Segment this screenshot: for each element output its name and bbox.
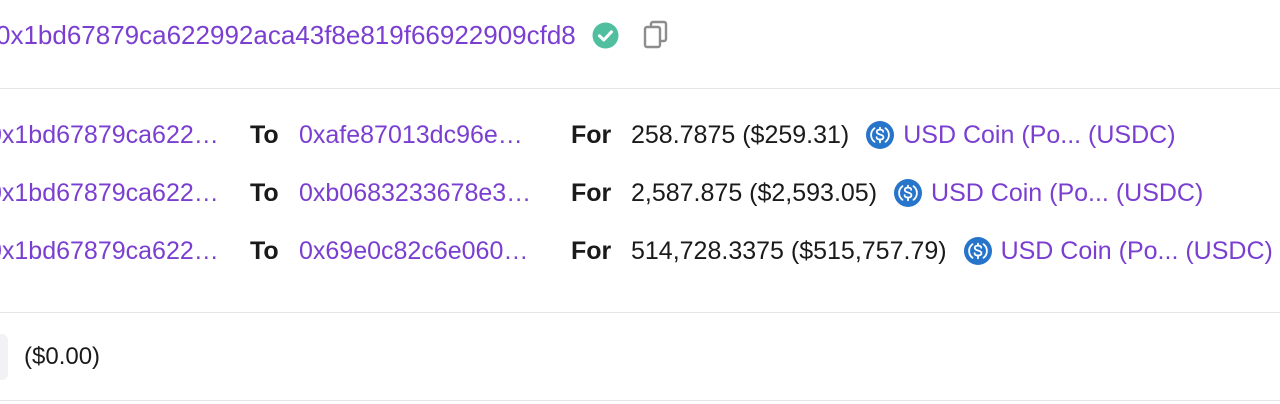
amount-group: 2,587.875 ($2,593.05) USD Coin (Po... (U… (631, 173, 1203, 213)
to-label: To (250, 179, 279, 207)
for-label: For (571, 179, 612, 207)
amount-group: 258.7875 ($259.31) USD Coin (Po... (USDC… (631, 115, 1176, 155)
transaction-details: 0x1bd67879ca622992aca43f8e819f66922909cf… (0, 0, 1280, 404)
for-label: For (571, 121, 612, 149)
divider (0, 312, 1280, 313)
to-address-link[interactable]: 0xb0683233678e3… (299, 173, 561, 213)
token-link[interactable]: USD Coin (Po... (USDC) (903, 115, 1175, 155)
transfer-amount: 2,587.875 ($2,593.05) (631, 179, 878, 207)
token-link[interactable]: USD Coin (Po... (USDC) (931, 173, 1203, 213)
transfer-row: 0x1bd67879ca622… To 0xb0683233678e3… For… (0, 173, 1280, 213)
address-link[interactable]: 0x1bd67879ca622992aca43f8e819f66922909cf… (0, 20, 576, 51)
usdc-coin-icon (865, 120, 895, 150)
to-label: To (250, 237, 279, 265)
transfer-row: 0x1bd67879ca622… To 0xafe87013dc96e… For… (0, 115, 1280, 155)
address-header: 0x1bd67879ca622992aca43f8e819f66922909cf… (0, 14, 669, 56)
transfer-amount: 258.7875 ($259.31) (631, 121, 850, 149)
token-link[interactable]: USD Coin (Po... (USDC) (1001, 231, 1273, 271)
to-address-link[interactable]: 0xafe87013dc96e… (299, 115, 561, 155)
from-address-link[interactable]: 0x1bd67879ca622… (0, 115, 238, 155)
transfer-amount: 514,728.3375 ($515,757.79) (631, 237, 947, 265)
to-label: To (250, 121, 279, 149)
fee-value: ($0.00) (24, 343, 101, 370)
usdc-coin-icon (893, 178, 923, 208)
token-transfers-list: 0x1bd67879ca622… To 0xafe87013dc96e… For… (0, 106, 1280, 286)
to-address-link[interactable]: 0x69e0c82c6e060… (299, 231, 561, 271)
divider (0, 400, 1280, 401)
for-label: For (571, 237, 612, 265)
from-address-link[interactable]: 0x1bd67879ca622… (0, 173, 238, 213)
usdc-coin-icon (963, 236, 993, 266)
from-address-link[interactable]: 0x1bd67879ca622… (0, 231, 238, 271)
check-circle-icon (592, 22, 619, 49)
copy-icon[interactable] (643, 20, 669, 50)
divider (0, 88, 1280, 89)
amount-group: 514,728.3375 ($515,757.79) USD Coin (Po.… (631, 231, 1273, 271)
transfer-row: 0x1bd67879ca622… To 0x69e0c82c6e060… For… (0, 231, 1280, 271)
fee-badge (0, 334, 8, 380)
